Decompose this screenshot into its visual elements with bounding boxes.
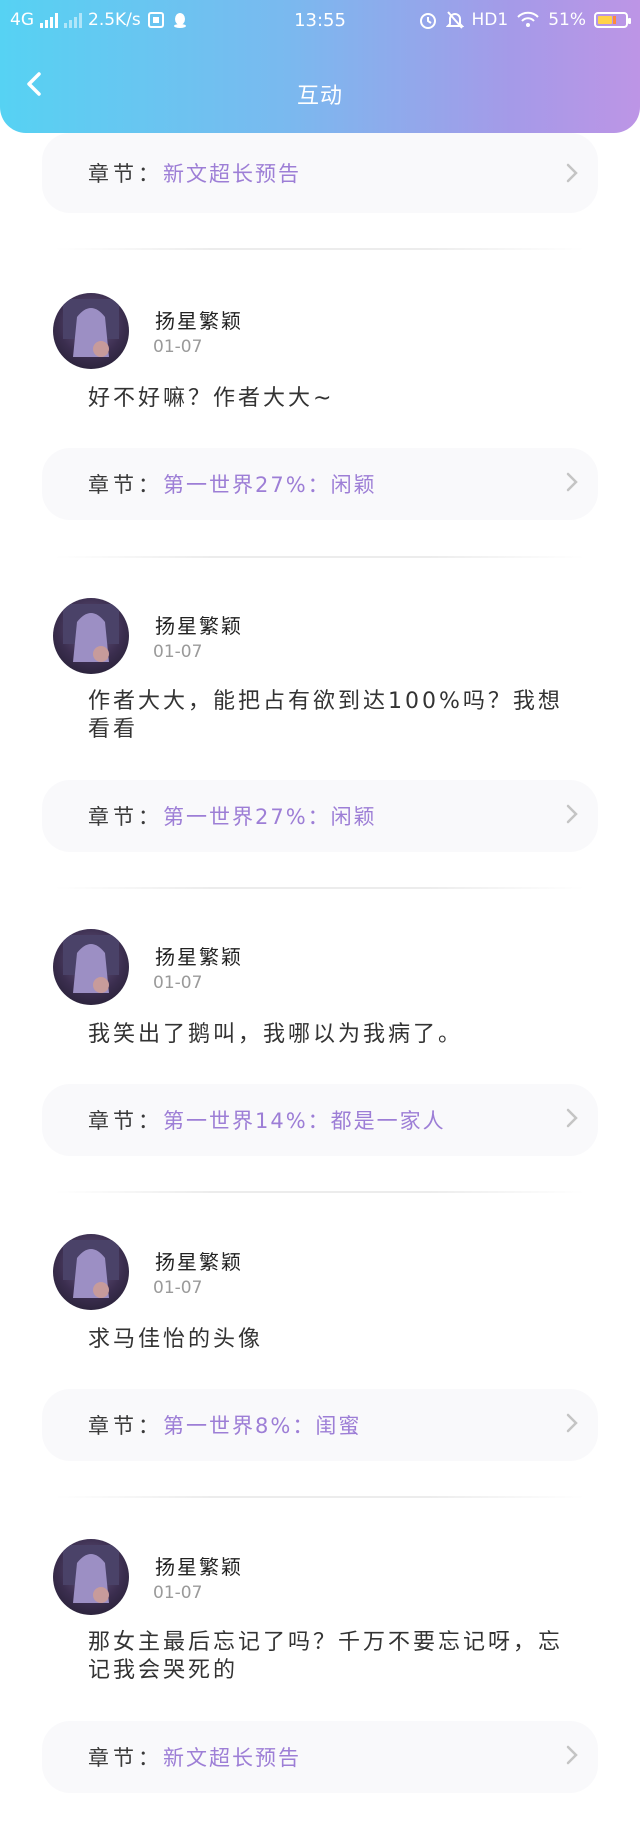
avatar[interactable]: [53, 1539, 129, 1615]
mute-icon: [445, 11, 464, 29]
chapter-label: 章节：: [88, 1746, 163, 1770]
chapter-name: 第一世界14%：都是一家人: [163, 1109, 446, 1133]
wifi-icon: [517, 11, 539, 27]
battery-icon: [594, 12, 631, 28]
chapter-label: 章节：: [88, 473, 163, 497]
chapter-name: 新文超长预告: [163, 1746, 301, 1770]
username: 扬星繁颖: [155, 614, 243, 638]
avatar[interactable]: [53, 1234, 129, 1310]
chapter-label: 章节：: [88, 1109, 163, 1133]
page-title: 互动: [296, 84, 343, 109]
comment-text: 那女主最后忘记了吗？千万不要忘记呀，忘记我会哭死的: [88, 1630, 564, 1683]
comment-text: 好不好嘛？作者大大~: [88, 386, 335, 411]
divider: [55, 887, 585, 889]
username: 扬星繁颖: [155, 1250, 243, 1274]
chapter-name: 第一世界27%：闲颖: [163, 473, 377, 497]
chevron-right-icon: [566, 472, 578, 492]
divider: [55, 1191, 585, 1193]
username: 扬星繁颖: [155, 945, 243, 969]
chapter-link[interactable]: 章节： 第一世界14%：都是一家人: [42, 1084, 598, 1156]
status-bar: 4G 2.5K/s 13:55 HD1 51%: [0, 0, 640, 42]
chapter-link[interactable]: 章节： 第一世界27%：闲颖: [42, 448, 598, 520]
chapter-label: 章节：: [88, 1414, 163, 1438]
chapter-link[interactable]: 章节： 新文超长预告: [42, 1721, 598, 1793]
avatar[interactable]: [53, 598, 129, 674]
divider: [55, 1496, 585, 1498]
chevron-right-icon: [566, 804, 578, 824]
chapter-link[interactable]: 章节： 新文超长预告: [42, 133, 598, 213]
nav-bar: 互动: [0, 42, 640, 133]
divider: [55, 248, 585, 250]
chapter-name: 第一世界27%：闲颖: [163, 805, 377, 829]
avatar[interactable]: [53, 929, 129, 1005]
battery-percent: 51%: [548, 10, 586, 30]
alarm-icon: [419, 13, 436, 29]
username: 扬星繁颖: [155, 309, 243, 333]
post-date: 01-07: [153, 642, 203, 662]
comment-text: 求马佳怡的头像: [88, 1327, 264, 1352]
chapter-link[interactable]: 章节： 第一世界8%：闺蜜: [42, 1389, 598, 1461]
divider: [55, 556, 585, 558]
comment-text: 作者大大，能把占有欲到达100%吗？我想看看: [88, 689, 563, 742]
chapter-label: 章节：: [88, 805, 163, 829]
avatar[interactable]: [53, 293, 129, 369]
comment-text: 我笑出了鹅叫，我哪以为我病了。: [88, 1022, 464, 1047]
chapter-name: 第一世界8%：闺蜜: [163, 1414, 362, 1438]
chapter-label: 章节：: [88, 162, 163, 186]
post-date: 01-07: [153, 1278, 203, 1298]
hd-indicator: HD1: [471, 10, 509, 30]
post-date: 01-07: [153, 1583, 203, 1603]
post-date: 01-07: [153, 973, 203, 993]
chevron-right-icon: [566, 163, 578, 183]
username: 扬星繁颖: [155, 1555, 243, 1579]
chapter-name: 新文超长预告: [163, 162, 301, 186]
chevron-right-icon: [566, 1413, 578, 1433]
header: 4G 2.5K/s 13:55 HD1 51% 互动: [0, 0, 640, 133]
chevron-right-icon: [566, 1108, 578, 1128]
chapter-link[interactable]: 章节： 第一世界27%：闲颖: [42, 780, 598, 852]
chevron-right-icon: [566, 1745, 578, 1765]
post-date: 01-07: [153, 337, 203, 357]
